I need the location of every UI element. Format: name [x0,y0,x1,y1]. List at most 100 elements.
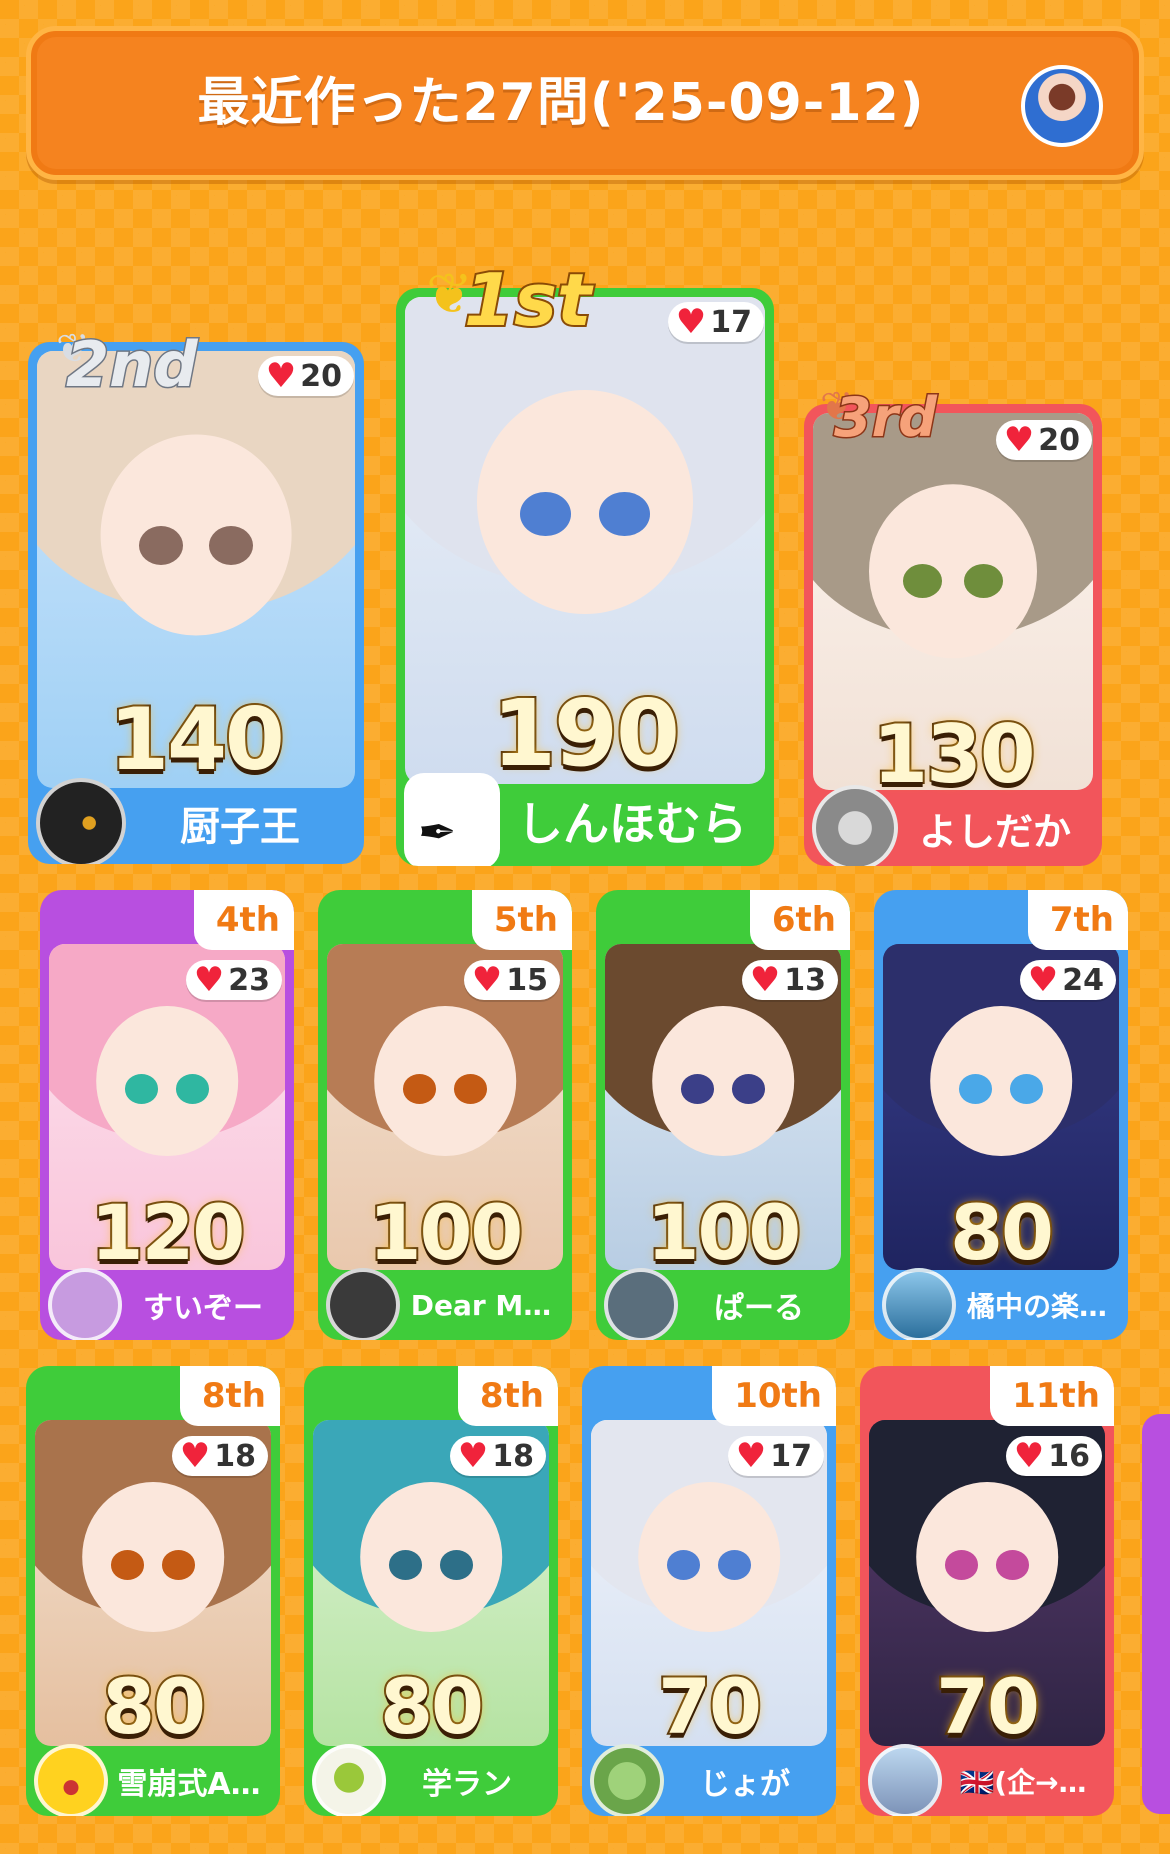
score: 100 [645,1186,804,1279]
user-avatar[interactable] [882,1268,956,1340]
rank-label: 1st [462,256,593,344]
rank-label: 10th [712,1366,836,1426]
likes-badge: ♥ 20 [257,356,354,396]
name-bar: 橘中の楽… [874,1268,1128,1340]
user-name: よしだか [918,809,1071,854]
score: 140 [107,688,287,792]
page-title: 最近作った27問('25-09-12) [197,73,925,133]
ranking-card-8th-a[interactable]: 8th ♥ 18 80 雪崩式A… [26,1366,280,1816]
rank-label: 3rd [833,385,939,451]
heart-icon: ♥ [265,356,297,396]
heart-icon: ♥ [1003,420,1035,460]
user-avatar[interactable] [812,785,898,866]
user-name: 厨子王 [180,804,300,850]
ranking-card-2nd[interactable]: ♥ 20 140 厨子王 [28,342,364,864]
ranking-card-10th[interactable]: 10th ♥ 17 70 じょが [582,1366,836,1816]
heart-icon: ♥ [457,1436,489,1476]
ranking-card-7th[interactable]: 7th ♥ 24 80 橘中の楽… [874,890,1128,1340]
heart-icon: ♥ [179,1436,211,1476]
user-avatar[interactable] [604,1268,678,1340]
rank-medal-1st: ❦ 1st [426,232,626,382]
name-bar: じょが [582,1744,836,1816]
likes-count: 18 [214,1438,256,1474]
name-bar: 雪崩式A… [26,1744,280,1816]
user-avatar[interactable] [868,1744,942,1816]
score: 80 [378,1660,486,1753]
heart-icon: ♥ [1013,1436,1045,1476]
likes-count: 24 [1062,962,1104,998]
likes-badge: ♥ 17 [667,302,764,342]
user-name: 🇬🇧(企→… [959,1766,1087,1799]
rank-label: 2nd [65,327,200,403]
likes-badge: ♥ 18 [449,1436,546,1476]
heart-icon: ♥ [193,960,225,1000]
ranking-card-4th[interactable]: 4th ♥ 23 120 すいぞー [40,890,294,1340]
rank-label: 8th [179,1366,280,1426]
score: 100 [367,1186,526,1279]
rank-medal-3rd: ❦ 3rd [820,362,990,462]
score: 120 [89,1186,248,1279]
name-bar: ✒ しんほむら [396,773,774,866]
score: 80 [100,1660,208,1753]
user-name: Dear M… [410,1288,552,1322]
cat-avatar[interactable] [590,1744,664,1816]
likes-badge: ♥ 15 [463,960,560,1000]
likes-badge: ♥ 20 [995,420,1092,460]
likes-count: 15 [506,962,548,998]
heart-icon: ♥ [471,960,503,1000]
score: 190 [490,678,682,789]
ranking-card-6th[interactable]: 6th ♥ 13 100 ぱーる [596,890,850,1340]
user-avatar[interactable]: ✒ [404,773,500,866]
rank-label: 5th [471,890,572,950]
likes-count: 13 [784,962,826,998]
score: 80 [948,1186,1056,1279]
heart-icon: ♥ [735,1436,767,1476]
likes-count: 17 [770,1438,812,1474]
likes-count: 20 [300,358,342,394]
name-bar: 🇬🇧(企→… [860,1744,1114,1816]
title-bar: 最近作った27問('25-09-12) [26,26,1144,180]
creator-avatar[interactable] [1021,65,1103,147]
user-name: じょが [700,1767,790,1802]
ranking-card-5th[interactable]: 5th ♥ 15 100 Dear M… [318,890,572,1340]
user-avatar[interactable] [48,1268,122,1340]
user-name: しんほむら [517,797,747,851]
name-bar: 厨子王 [28,778,364,864]
likes-count: 18 [492,1438,534,1474]
user-name: ぱーる [714,1291,804,1326]
name-bar: Dear M… [318,1268,572,1340]
score: 70 [656,1660,764,1753]
user-avatar[interactable] [36,778,126,864]
smiley-avatar[interactable] [34,1744,108,1816]
rank-label: 6th [749,890,850,950]
likes-badge: ♥ 16 [1005,1436,1102,1476]
user-avatar[interactable] [312,1744,386,1816]
name-bar: すいぞー [40,1268,294,1340]
rank-medal-2nd: ❦ 2nd [56,306,236,406]
name-bar: 学ラン [304,1744,558,1816]
user-avatar[interactable] [326,1268,400,1340]
likes-count: 16 [1048,1438,1090,1474]
pen-icon: ✒ [418,805,457,859]
ranking-card-partial[interactable] [1142,1414,1170,1814]
rank-label: 4th [193,890,294,950]
ranking-card-11th[interactable]: 11th ♥ 16 70 🇬🇧(企→… [860,1366,1114,1816]
likes-badge: ♥ 17 [727,1436,824,1476]
likes-count: 20 [1038,422,1080,458]
heart-icon: ♥ [749,960,781,1000]
likes-badge: ♥ 23 [185,960,282,1000]
heart-icon: ♥ [1027,960,1059,1000]
likes-badge: ♥ 24 [1019,960,1116,1000]
user-name: 橘中の楽… [966,1290,1107,1323]
user-name: 学ラン [422,1767,512,1802]
rank-label: 8th [457,1366,558,1426]
ranking-card-3rd[interactable]: ♥ 20 130 よしだか [804,404,1102,866]
user-name: すいぞー [143,1291,263,1326]
name-bar: よしだか [804,785,1102,866]
name-bar: ぱーる [596,1268,850,1340]
rank-label: 7th [1027,890,1128,950]
likes-badge: ♥ 18 [171,1436,268,1476]
likes-count: 23 [228,962,270,998]
ranking-card-8th-b[interactable]: 8th ♥ 18 80 学ラン [304,1366,558,1816]
rank-label: 11th [990,1366,1114,1426]
